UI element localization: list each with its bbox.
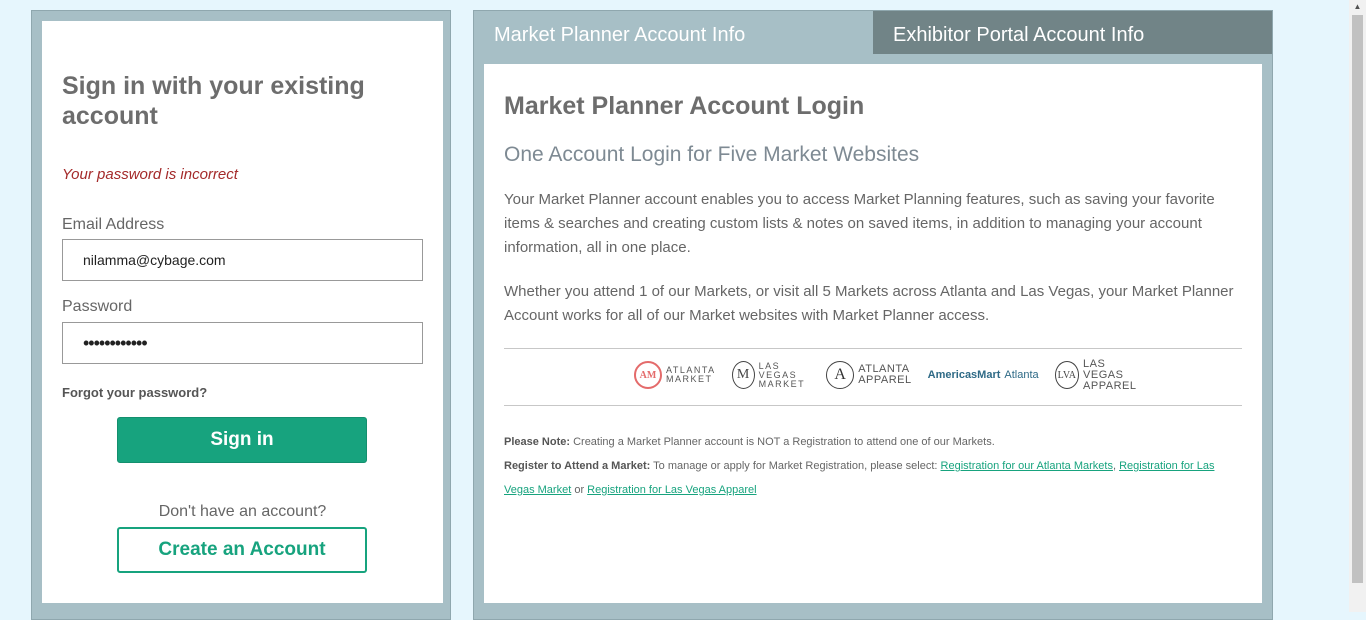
scroll-up-arrow-icon[interactable]: ▲ bbox=[1349, 0, 1366, 14]
tab-content: Market Planner Account Login One Account… bbox=[484, 64, 1262, 603]
americasmart-logo: AmericasMart Atlanta bbox=[928, 369, 1039, 381]
password-label: Password bbox=[62, 298, 133, 315]
divider bbox=[504, 348, 1242, 349]
las-vegas-market-logo-text: LAS VEGAS MARKET bbox=[758, 360, 806, 389]
email-field[interactable] bbox=[62, 239, 423, 281]
login-subtitle: One Account Login for Five Market Websit… bbox=[504, 143, 920, 166]
login-title: Market Planner Account Login bbox=[504, 92, 865, 120]
registration-notes: Please Note: Creating a Market Planner a… bbox=[504, 430, 1242, 502]
note-label: Please Note: bbox=[504, 436, 571, 448]
password-error-message: Your password is incorrect bbox=[62, 166, 238, 183]
create-account-button[interactable]: Create an Account bbox=[117, 527, 367, 573]
las-vegas-market-mark: M bbox=[731, 361, 755, 389]
atlanta-market-logo: AM ATLANTA MARKET bbox=[634, 361, 716, 389]
signin-title: Sign in with your existing account bbox=[62, 72, 365, 130]
las-vegas-apparel-registration-link[interactable]: Registration for Las Vegas Apparel bbox=[587, 484, 756, 496]
register-label: Register to Attend a Market: bbox=[504, 460, 651, 472]
las-vegas-apparel-logo-text: LAS VEGAS APPAREL bbox=[1083, 357, 1137, 392]
no-account-prompt: Don't have an account? bbox=[158, 503, 327, 520]
atlanta-apparel-logo: A ATLANTA APPAREL bbox=[826, 361, 911, 389]
forgot-password-link[interactable]: Forgot your password? bbox=[62, 385, 207, 400]
tab-market-planner[interactable]: Market Planner Account Info bbox=[474, 11, 873, 54]
atlanta-apparel-logo-text: ATLANTA APPAREL bbox=[858, 363, 912, 386]
las-vegas-apparel-mark: LVA bbox=[1054, 361, 1080, 389]
link-separator: or bbox=[571, 484, 588, 496]
page-scrollbar[interactable]: ▲ bbox=[1349, 0, 1366, 612]
email-label: Email Address bbox=[62, 216, 165, 233]
sign-in-button[interactable]: Sign in bbox=[117, 417, 367, 463]
atlanta-market-mark: AM bbox=[634, 361, 662, 389]
atlanta-apparel-mark: A bbox=[826, 361, 855, 389]
americasmart-logo-name: AmericasMart bbox=[927, 369, 1001, 381]
scrollbar-thumb[interactable] bbox=[1352, 15, 1363, 583]
americasmart-logo-sub: Atlanta bbox=[1004, 369, 1039, 381]
divider bbox=[504, 405, 1242, 406]
signin-panel: Sign in with your existing account Your … bbox=[42, 21, 443, 603]
las-vegas-apparel-logo: LVA LAS VEGAS APPAREL bbox=[1054, 357, 1140, 392]
market-logos: AM ATLANTA MARKET M LAS VEGAS MARKET A A… bbox=[634, 357, 1136, 393]
tab-exhibitor-portal[interactable]: Exhibitor Portal Account Info bbox=[873, 11, 1272, 54]
description-paragraph: Your Market Planner account enables you … bbox=[504, 191, 1215, 256]
markets-paragraph: Whether you attend 1 of our Markets, or … bbox=[504, 283, 1234, 324]
atlanta-registration-link[interactable]: Registration for our Atlanta Markets bbox=[941, 460, 1113, 472]
signin-panel-frame: Sign in with your existing account Your … bbox=[31, 10, 451, 620]
las-vegas-market-logo: M LAS VEGAS MARKET bbox=[731, 360, 811, 389]
register-text: To manage or apply for Market Registrati… bbox=[650, 460, 941, 472]
account-info-panel: Market Planner Account Info Exhibitor Po… bbox=[473, 10, 1273, 620]
password-field[interactable] bbox=[62, 322, 423, 364]
atlanta-market-logo-text: ATLANTA MARKET bbox=[666, 365, 716, 384]
note-text: Creating a Market Planner account is NOT… bbox=[570, 436, 995, 448]
